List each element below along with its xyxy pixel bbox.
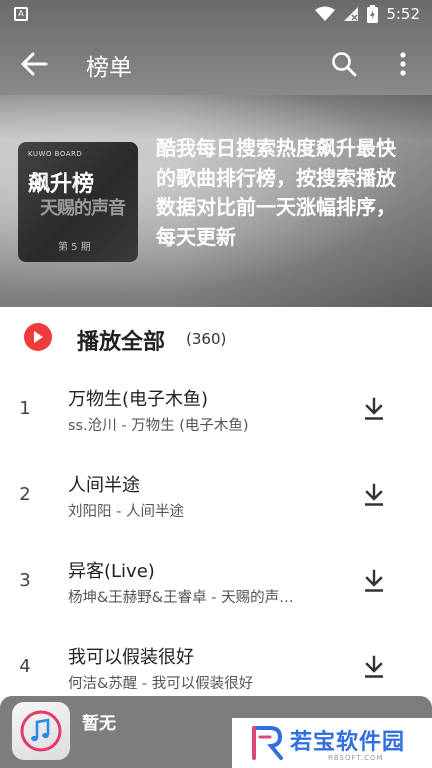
song-artist-album: ss.沧川 - 万物生 (电子木鱼) [68, 418, 249, 434]
toolbar: 榜单 [0, 30, 432, 96]
download-button[interactable] [358, 565, 390, 597]
play-all-row[interactable]: 播放全部 (360) [0, 307, 432, 371]
status-time: 5:52 [386, 5, 420, 23]
no-signal-icon [344, 7, 359, 21]
player-song-title: 暂无 [82, 714, 116, 734]
song-index: 4 [19, 656, 31, 677]
more-options-button[interactable] [388, 46, 418, 82]
watermark: 若宝软件园 RBSOFT.COM [232, 718, 432, 768]
song-title: 人间半途 [68, 475, 140, 496]
music-note-icon [20, 710, 62, 752]
battery-charging-icon [367, 5, 379, 23]
arrow-left-icon [21, 52, 48, 76]
download-icon [365, 655, 383, 678]
download-button[interactable] [358, 393, 390, 425]
watermark-subtext: RBSOFT.COM [328, 754, 384, 762]
song-count: (360) [186, 330, 227, 348]
more-vertical-icon [400, 52, 406, 76]
watermark-text: 若宝软件园 [290, 730, 406, 755]
cover-art-text: 天赐的声音 [40, 198, 126, 219]
song-title: 我可以假装很好 [68, 647, 194, 668]
status-bar: A 5:52 [0, 0, 432, 30]
watermark-logo-icon [252, 726, 283, 760]
download-icon [365, 569, 383, 592]
chart-description: 酷我每日搜索热度飙升最快的歌曲排行榜，按搜索播放数据对比前一天涨幅排序，每天更新 [156, 136, 396, 249]
song-index: 2 [19, 484, 31, 505]
play-icon[interactable] [24, 323, 52, 351]
chart-cover: KUWO BOARD 飙升榜 天赐的声音 第 5 期 [18, 142, 138, 262]
cover-brand-text: KUWO BOARD [28, 150, 83, 158]
song-row[interactable]: 1 万物生(电子木鱼) ss.沧川 - 万物生 (电子木鱼) [0, 367, 432, 453]
player-album-art[interactable] [12, 702, 70, 760]
song-row[interactable]: 3 异客(Live) 杨坤&王赫野&王睿卓 - 天赐的声… [0, 539, 432, 625]
song-artist-album: 刘阳阳 - 人间半途 [68, 504, 184, 520]
wifi-icon [315, 6, 336, 21]
download-icon [365, 483, 383, 506]
song-title: 异客(Live) [68, 561, 155, 582]
song-artist-album: 何洁&苏醒 - 我可以假装很好 [68, 676, 254, 692]
app-notification-icon: A [14, 7, 28, 21]
download-button[interactable] [358, 651, 390, 683]
back-button[interactable] [16, 46, 52, 82]
search-icon [332, 52, 357, 77]
song-index: 1 [19, 398, 31, 419]
play-all-label[interactable]: 播放全部 [77, 324, 165, 356]
song-index: 3 [19, 570, 31, 591]
download-icon [365, 397, 383, 420]
cover-issue: 第 5 期 [58, 242, 91, 253]
search-button[interactable] [326, 46, 362, 82]
page-title: 榜单 [86, 55, 132, 81]
download-button[interactable] [358, 479, 390, 511]
song-row[interactable]: 2 人间半途 刘阳阳 - 人间半途 [0, 453, 432, 539]
song-title: 万物生(电子木鱼) [68, 389, 209, 410]
song-artist-album: 杨坤&王赫野&王睿卓 - 天赐的声… [68, 590, 294, 606]
